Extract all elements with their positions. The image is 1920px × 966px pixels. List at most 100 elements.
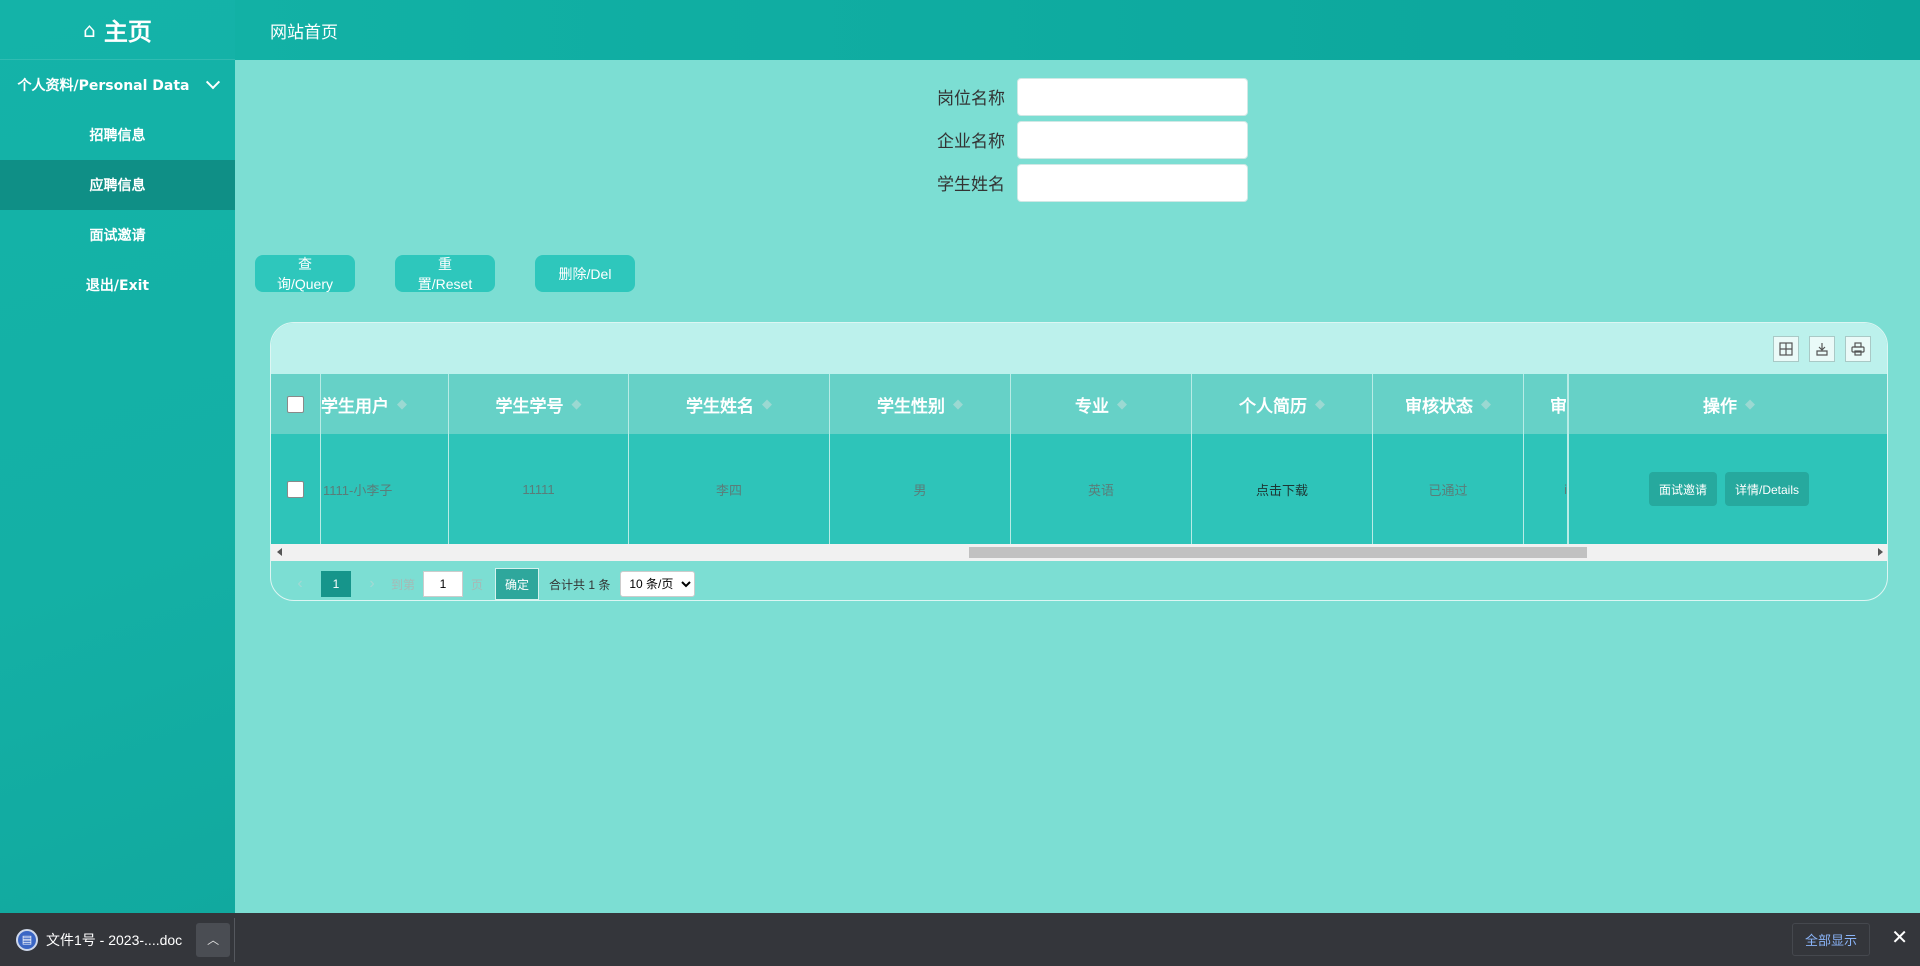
sidebar-group-label: 个人资料/Personal Data [17,78,190,94]
sort-icon: ◆ [1117,396,1127,412]
col-header-clipped: 审 [1524,374,1568,434]
header-home-link[interactable]: 网站首页 [270,18,338,43]
action-buttons: 查询/Query 重置/Reset 删除/Del [255,255,635,292]
sidebar-item-label: 应聘信息 [89,178,146,194]
doc-file-icon: ▤ [16,928,38,951]
sidebar-item-applications[interactable]: 应聘信息 [0,160,235,210]
goto-suffix: 页 [471,577,484,592]
col-header-label: 学生用户 [321,396,389,417]
print-icon[interactable] [1845,335,1871,362]
sidebar-group-personal-data[interactable]: 个人资料/Personal Data [0,60,235,110]
col-header-label: 审核状态 [1405,396,1473,417]
form-row-student-name: 学生姓名 [905,161,1248,204]
sort-icon: ◆ [1481,396,1491,412]
col-header-name[interactable]: 学生姓名 ◆ [629,374,830,434]
sort-icon: ◆ [397,396,407,412]
show-all-button[interactable]: 全部显示 [1791,923,1870,956]
cell-name: 李四 [629,434,830,544]
job-title-label: 岗位名称 [937,89,1005,109]
query-button[interactable]: 查询/Query [255,255,355,292]
cell-user: 1111-小李子 [321,434,449,544]
export-icon[interactable] [1809,335,1835,362]
divider [234,917,236,962]
brand-label: 主页 [103,18,152,46]
total-count: 合计共 1 条 [549,577,611,592]
col-header-student-no[interactable]: 学生学号 ◆ [449,374,629,434]
col-header-actions: 操作 ◆ [1568,374,1887,434]
form-row-company: 企业名称 [905,118,1248,161]
delete-button[interactable]: 删除/Del [535,255,635,292]
select-all-cell [271,374,321,434]
select-all-checkbox[interactable] [287,395,304,413]
col-header-label: 学生姓名 [686,396,754,417]
reset-button[interactable]: 重置/Reset [395,255,495,292]
sort-icon: ◆ [953,396,963,412]
page-size-select[interactable]: 10 条/页 [620,571,696,597]
table-header: 学生用户 ◆ 学生学号 ◆ 学生姓名 ◆ 学生性别 ◆ 专业 ◆ 个人简历 ◆ 审核状态 ◆ … [271,374,1887,434]
col-header-gender[interactable]: 学生性别 ◆ [830,374,1011,434]
sidebar-item-interview-invites[interactable]: 面试邀请 [0,210,235,260]
col-header-label: 审 [1550,396,1567,417]
download-item[interactable]: ▤ 文件1号 - 2023-....doc [16,928,183,951]
form-row-job-title: 岗位名称 [905,75,1248,118]
current-page[interactable]: 1 [321,571,351,597]
scroll-left-icon[interactable] [277,548,282,556]
details-button[interactable]: 详情/Details [1725,472,1810,506]
sidebar-item-label: 招聘信息 [89,128,146,144]
col-header-status[interactable]: 审核状态 ◆ [1373,374,1524,434]
pagination: ‹ 1 › 到第 页 确定 合计共 1 条 10 条/页 [289,568,696,600]
col-header-user[interactable]: 学生用户 ◆ [321,374,449,434]
goto-confirm-button[interactable]: 确定 [495,568,540,600]
col-header-label: 学生学号 [495,396,564,417]
job-title-input[interactable] [1017,77,1248,116]
student-name-label: 学生姓名 [937,175,1005,195]
col-header-label: 专业 [1075,396,1109,417]
sidebar-item-job-info[interactable]: 招聘信息 [0,110,235,160]
sort-icon: ◆ [571,396,582,412]
home-icon: ⌂ [83,17,96,42]
interview-invite-button[interactable]: 面试邀请 [1648,472,1717,506]
col-header-label: 学生性别 [877,396,945,417]
goto-prefix: 到第 [391,577,416,592]
col-header-resume[interactable]: 个人简历 ◆ [1192,374,1373,434]
sidebar-item-label: 面试邀请 [89,228,146,244]
top-header: 网站首页 [235,0,1920,60]
sidebar-item-exit[interactable]: 退出/Exit [0,260,235,310]
resume-download-link[interactable]: 点击下载 [1192,434,1373,544]
company-input[interactable] [1017,120,1248,159]
cell-clipped: i [1524,434,1568,544]
chevron-up-icon: ︿ [207,933,220,947]
table-card: 学生用户 ◆ 学生学号 ◆ 学生姓名 ◆ 学生性别 ◆ 专业 ◆ 个人简历 ◆ 审核状态 ◆ … [270,322,1888,601]
cell-student-no: 11111 [449,434,629,544]
cell-status: 已通过 [1373,434,1524,544]
student-name-input[interactable] [1017,163,1248,202]
sidebar-item-label: 退出/Exit [85,278,150,294]
prev-page-icon[interactable]: ‹ [289,575,311,593]
goto-page-input[interactable] [423,571,464,597]
company-label: 企业名称 [937,132,1005,152]
brand[interactable]: ⌂ 主页 [0,0,235,60]
col-header-major[interactable]: 专业 ◆ [1011,374,1192,434]
sort-icon: ◆ [1745,396,1755,412]
table-row: 1111-小李子 11111 李四 男 英语 点击下载 已通过 i 面试邀请 详… [271,434,1887,544]
download-filename: 文件1号 - 2023-....doc [46,931,183,948]
row-checkbox[interactable] [287,480,304,498]
search-form: 岗位名称 企业名称 学生姓名 [905,75,1248,204]
horizontal-scrollbar[interactable] [271,544,1887,561]
chevron-down-icon [205,75,220,90]
cell-gender: 男 [830,434,1011,544]
columns-icon[interactable] [1773,335,1799,362]
table-toolbar [271,323,1887,374]
sort-icon: ◆ [1315,396,1325,412]
row-select-cell [271,434,321,544]
sort-icon: ◆ [762,396,772,412]
col-header-label: 个人简历 [1239,396,1307,417]
download-bar: ▤ 文件1号 - 2023-....doc ︿ 全部显示 ✕ [0,913,1920,966]
col-header-label: 操作 [1703,396,1737,417]
scroll-right-icon[interactable] [1878,548,1883,556]
scroll-thumb[interactable] [969,547,1587,558]
download-options-button[interactable]: ︿ [196,922,231,957]
cell-major: 英语 [1011,434,1192,544]
close-icon[interactable]: ✕ [1891,925,1908,950]
next-page-icon[interactable]: › [361,575,383,593]
